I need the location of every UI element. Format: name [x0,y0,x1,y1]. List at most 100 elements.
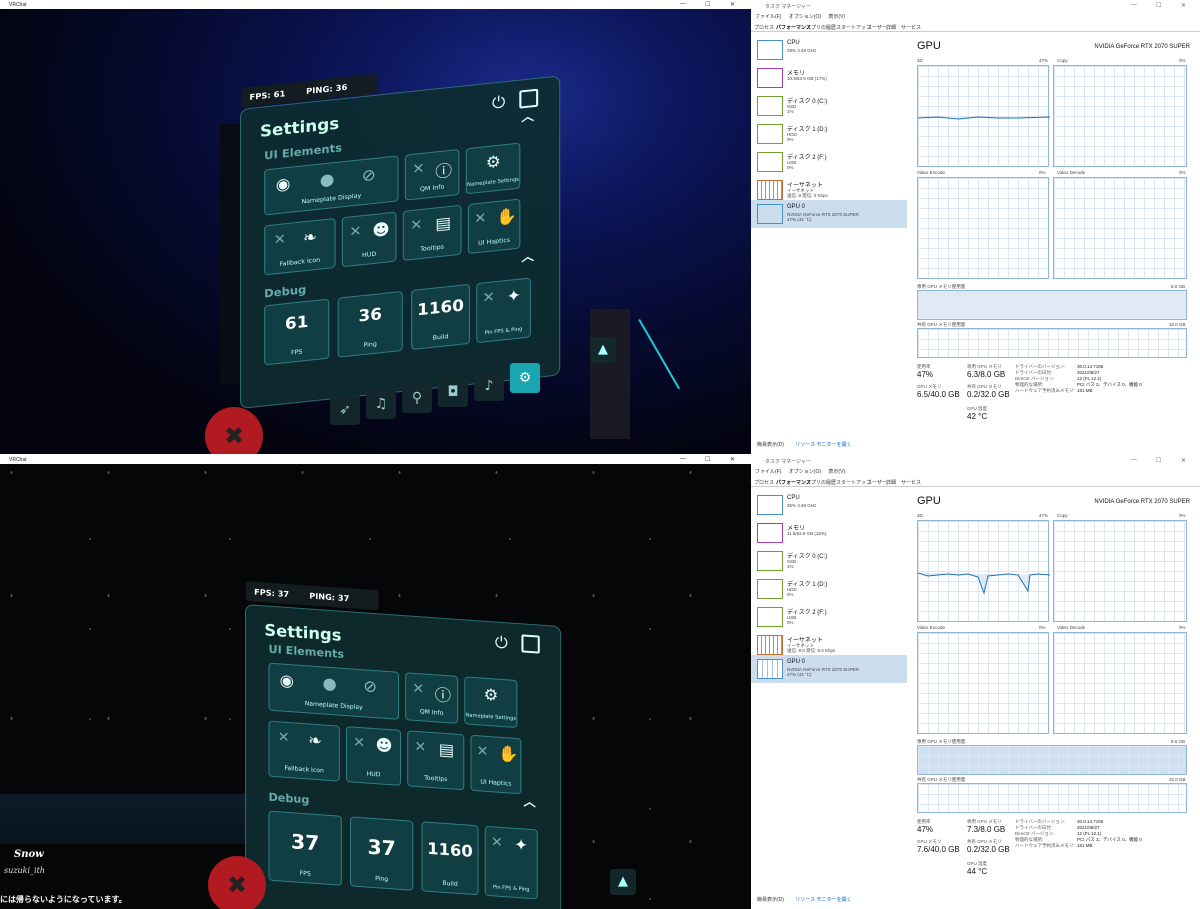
cpu-thumb [757,40,783,60]
tab-processes[interactable]: プロセス [754,479,774,486]
tile-tooltips[interactable]: ✕ ▤ Tooltips [407,730,465,791]
expand-icon[interactable] [519,88,539,109]
power-icon[interactable]: ⏻ [495,632,513,652]
tile-nameplate-display[interactable]: ◉ ● ⊘ Nameplate Display [264,155,399,216]
section-ui-elements: UI Elements [268,642,345,661]
ethernet-thumb [757,635,783,655]
tab-users[interactable]: ユーザー [867,479,887,486]
menu-file[interactable]: ファイル(F) [755,469,781,475]
menu-view[interactable]: 表示(V) [828,469,845,475]
sidebar-item-cpu[interactable]: CPU 35% 3.48 GHz [751,491,907,519]
collapse-ui-chevron-icon[interactable]: ︿ [521,107,534,125]
sidebar-item-disk0[interactable]: ディスク 0 (C:) SSD 1% [751,92,907,120]
tile-ping: 37 Ping [350,816,414,891]
window-title: VRChat [9,457,27,463]
tile-nameplate-display[interactable]: ◉ ● ⊘ Nameplate Display [268,662,400,720]
tile-hud[interactable]: ✕ ☻ HUD [341,211,397,268]
camera-icon[interactable]: ◘ [438,377,468,407]
menu-file[interactable]: ファイル(F) [755,14,781,20]
rocket-icon[interactable]: ➶ [330,395,360,425]
sidebar-item-cpu[interactable]: CPU 29% 3.49 GHz [751,36,907,64]
tab-app-history[interactable]: アプリの履歴 [806,479,836,486]
tm-gpu-pane: GPU NVIDIA GeForce RTX 2070 SUPER 3D 47%… [911,34,1196,434]
off-x-icon: ✕ [476,743,489,761]
tab-services[interactable]: サービス [901,479,921,486]
expand-icon[interactable] [521,634,540,654]
tab-startup[interactable]: スタートアップ [836,24,871,31]
maximize-icon[interactable]: ☐ [1156,2,1161,9]
tab-app-history[interactable]: アプリの履歴 [806,24,836,31]
open-resource-monitor-link[interactable]: リソース モニターを開く [795,897,851,903]
location-icon[interactable]: ⚲ [402,383,432,413]
stat-utilization: 使用率 47% [917,364,934,379]
fps-readout: FPS: 61 [249,89,286,103]
fps-readout: FPS: 37 [254,587,290,600]
tab-details[interactable]: 詳細 [886,479,896,486]
tile-nameplate-settings[interactable]: ⚙ Nameplate Settings [464,676,518,729]
minimize-icon[interactable]: — [680,456,686,462]
menu-view[interactable]: 表示(V) [828,14,845,20]
quick-menu-dock: ➶ ♫ ⚲ ◘ ♪ ⚙ [330,359,560,425]
mute-mic-icon[interactable]: ✖ [208,856,266,909]
sidebar-item-disk2[interactable]: ディスク 2 (F:) USB 0% [751,148,907,176]
warning-triangle-icon[interactable]: ▲ [590,337,616,363]
mute-mic-icon[interactable]: ✖ [205,407,263,454]
tile-tooltips[interactable]: ✕ ▤ Tooltips [402,204,462,261]
warning-triangle-icon[interactable]: ▲ [610,869,636,895]
graph-pct-copy: 0% [1179,513,1186,518]
sidebar-item-disk0[interactable]: ディスク 0 (C:) SSD 1% [751,547,907,575]
tile-ui-haptics[interactable]: ✕ ✋ UI Haptics [470,734,522,795]
maximize-icon[interactable]: ☐ [705,456,710,463]
open-resource-monitor-link[interactable]: リソース モニターを開く [795,442,851,448]
fewer-details-link[interactable]: 簡易表示(D) [757,897,784,903]
fewer-details-link[interactable]: 簡易表示(D) [757,442,784,448]
tile-qm-info[interactable]: ✕ ⓘ QM Info [404,148,460,201]
tab-processes[interactable]: プロセス [754,24,774,31]
tile-pin-fps-ping[interactable]: ✕ ✦ Pin FPS & Ping [484,825,538,900]
tile-nameplate-settings[interactable]: ⚙ Nameplate Settings [465,142,521,195]
sidebar-item-memory[interactable]: メモリ 10.9/63.9 GB (17%) [751,64,907,92]
sound-icon[interactable]: ♪ [474,371,504,401]
minimize-icon[interactable]: — [680,1,686,7]
menu-options[interactable]: オプション(O) [789,469,821,475]
close-icon[interactable]: ✕ [1181,2,1186,9]
tab-services[interactable]: サービス [901,24,921,31]
tm-footer: 簡易表示(D) リソース モニターを開く [757,896,851,903]
fps-ping-strip: FPS: 61 PING: 36 [241,73,378,108]
tile-qm-info[interactable]: ✕ ⓘ QM Info [405,672,459,724]
tab-startup[interactable]: スタートアップ [836,479,871,486]
close-icon[interactable]: ✕ [1181,457,1186,464]
sidebar-item-memory[interactable]: メモリ 11.5/63.9 GB (18%) [751,519,907,547]
settings-tab-gear-icon[interactable]: ⚙ [510,363,540,393]
bell-icon[interactable]: ♫ [366,389,396,419]
sidebar-item-gpu0[interactable]: GPU 0 NVIDIA GeForce RTX 2070 SUPER 47% … [751,655,907,683]
sidebar-item-disk1[interactable]: ディスク 1 (D:) HDD 0% [751,120,907,148]
tile-fallback-icon[interactable]: ✕ ❧ Fallback Icon [268,720,340,782]
tm-titlebar: タスク マネージャー — ☐ ✕ [751,455,1200,466]
sidebar-item-disk2[interactable]: ディスク 2 (F:) USB 0% [751,603,907,631]
collapse-debug-chevron-icon[interactable]: ︿ [521,247,534,265]
tab-details[interactable]: 詳細 [886,24,896,31]
sidebar-item-gpu0[interactable]: GPU 0 NVIDIA GeForce RTX 2070 SUPER 47% … [751,200,907,228]
graph-dedicated-memory [917,290,1187,320]
stat-driver-info: ドライバーのバージョン: ドライバーの日付: DirectX バージョン: 物理… [1015,819,1075,848]
gpu-thumb [757,204,783,224]
collapse-debug-chevron-icon[interactable]: ︿ [523,792,535,810]
graph-label-3d: 3D [917,513,923,518]
close-icon[interactable]: ✕ [730,456,735,463]
power-icon[interactable]: ⏻ [492,92,511,112]
minimize-icon[interactable]: — [1131,457,1137,463]
maximize-icon[interactable]: ☐ [1156,457,1161,464]
minimize-icon[interactable]: — [1131,2,1137,8]
sidebar-item-disk1[interactable]: ディスク 1 (D:) HDD 0% [751,575,907,603]
tab-users[interactable]: ユーザー [867,24,887,31]
maximize-icon[interactable]: ☐ [705,1,710,8]
world-text-name: Snow [14,849,44,860]
tile-fallback-icon[interactable]: ✕ ❧ Fallback Icon [264,217,336,276]
tile-ui-haptics[interactable]: ✕ ✋ UI Haptics [467,198,521,255]
close-icon[interactable]: ✕ [730,1,735,8]
tile-pin-fps-ping[interactable]: ✕ ✦ Pin FPS & Ping [476,277,531,344]
menu-options[interactable]: オプション(O) [789,14,821,20]
vrchat-window: VRChat — ☐ ✕ FPS: 61 PING: 36 Settings ⏻… [0,0,751,454]
tile-hud[interactable]: ✕ ☻ HUD [345,726,402,786]
